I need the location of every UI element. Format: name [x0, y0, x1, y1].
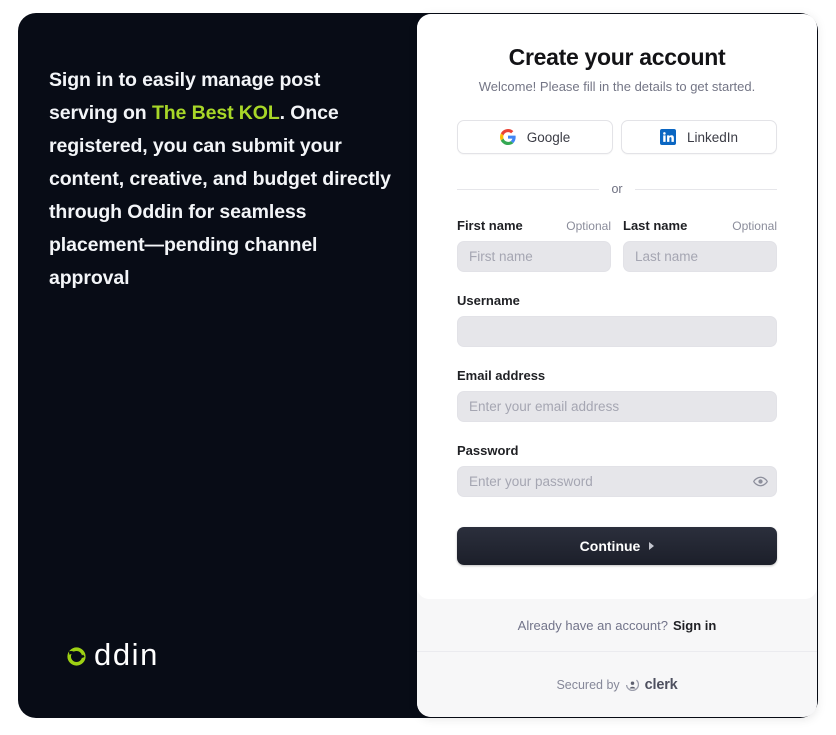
signup-card: Create your account Welcome! Please fill… [417, 14, 817, 717]
google-signin-button[interactable]: Google [457, 120, 613, 154]
eye-icon [752, 476, 768, 487]
email-group: Email address [457, 368, 777, 422]
email-input[interactable] [457, 391, 777, 422]
hero-accent-text: The Best KOL [151, 101, 280, 124]
caret-right-icon [649, 542, 655, 550]
password-group: Password [457, 443, 777, 497]
oddin-logo: ddin [66, 639, 159, 670]
page-title: Create your account [508, 44, 726, 70]
oddin-logo-wordmark: ddin [94, 637, 160, 672]
username-label: Username [457, 293, 520, 308]
google-signin-label: Google [526, 129, 571, 145]
clerk-logo-icon [625, 678, 639, 691]
divider-line-right [634, 188, 777, 190]
oddin-logo-mark-icon [67, 646, 86, 666]
username-group: Username [457, 293, 777, 347]
divider-line-left [457, 188, 600, 190]
signin-prompt-text: Already have an account? [517, 617, 668, 633]
linkedin-signin-button[interactable]: LinkedIn [621, 120, 777, 154]
last-name-input[interactable] [623, 241, 777, 272]
linkedin-icon [659, 129, 676, 145]
last-name-group: Last name Optional [623, 218, 777, 272]
google-icon [499, 129, 516, 145]
signin-prompt-row: Already have an account? Sign in [417, 599, 817, 652]
last-name-optional-badge: Optional [732, 219, 777, 233]
email-label: Email address [457, 368, 546, 383]
password-input[interactable] [457, 466, 777, 497]
social-providers: Google LinkedIn [457, 120, 777, 154]
continue-button-label: Continue [579, 538, 641, 554]
continue-button[interactable]: Continue [457, 527, 777, 565]
page-subtitle: Welcome! Please fill in the details to g… [478, 79, 756, 94]
divider-label: or [611, 182, 623, 196]
card-footer: Already have an account? Sign in Secured… [417, 599, 817, 717]
username-input[interactable] [457, 316, 777, 347]
hero-text-after: . Once registered, you can submit your c… [49, 101, 391, 289]
signin-link[interactable]: Sign in [673, 618, 716, 633]
signup-form: Create your account Welcome! Please fill… [417, 14, 817, 599]
page-root: Sign in to easily manage post serving on… [0, 0, 836, 735]
first-name-group: First name Optional [457, 218, 611, 272]
secured-by-badge[interactable]: Secured by clerk [417, 652, 817, 717]
clerk-wordmark: clerk [644, 676, 678, 693]
first-name-label: First name [457, 218, 523, 233]
name-fields-row: First name Optional Last name Optional [457, 218, 777, 272]
password-label: Password [457, 443, 519, 458]
divider: or [457, 182, 777, 196]
first-name-input[interactable] [457, 241, 611, 272]
first-name-optional-badge: Optional [566, 219, 611, 233]
linkedin-signin-label: LinkedIn [686, 129, 739, 145]
password-visibility-toggle[interactable] [752, 474, 768, 490]
hero-headline: Sign in to easily manage post serving on… [49, 64, 394, 295]
last-name-label: Last name [623, 218, 688, 233]
secured-by-text: Secured by [556, 677, 620, 692]
